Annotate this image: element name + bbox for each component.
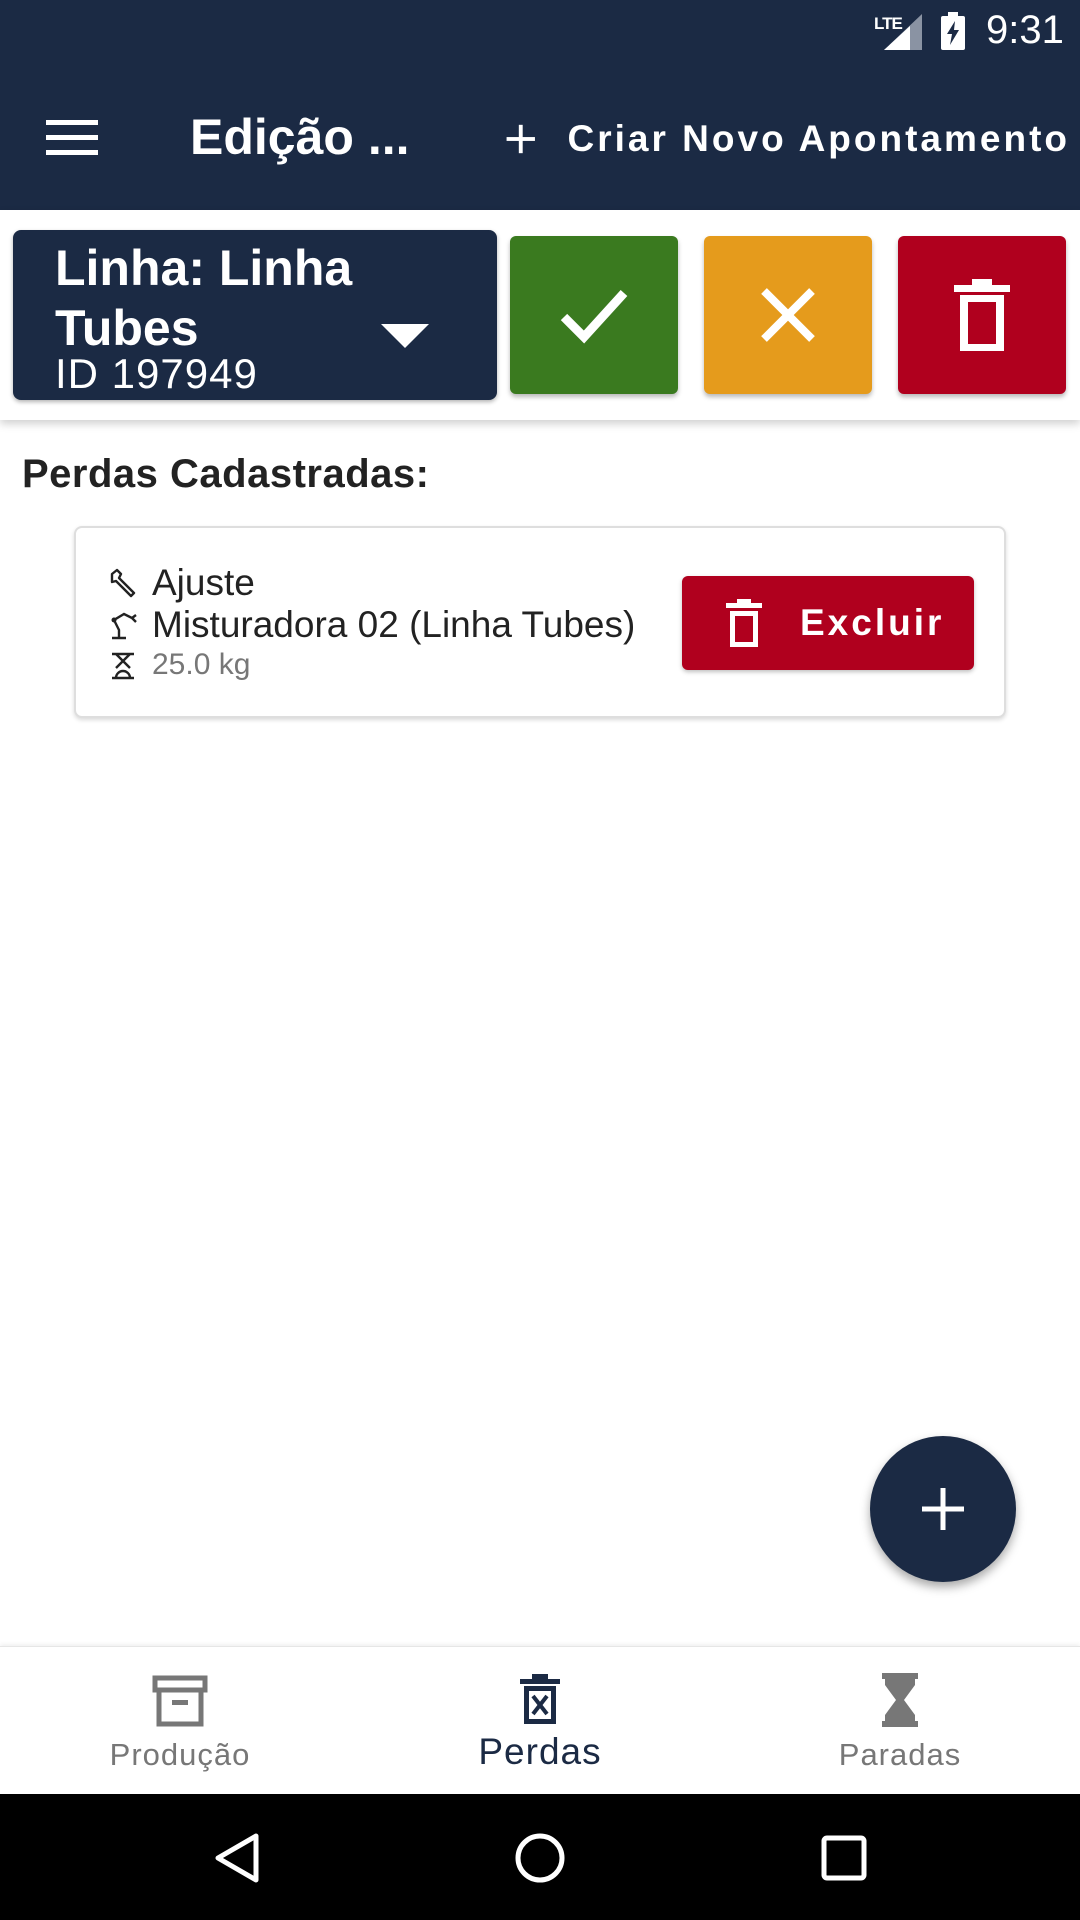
nav-paradas-label: Paradas — [838, 1737, 962, 1772]
loss-type-row: Ajuste — [108, 562, 255, 604]
edit-toolbar: Linha: Linha Tubes ID 197949 — [0, 210, 1080, 420]
trash-icon — [726, 599, 762, 647]
line-dropdown[interactable]: Linha: Linha Tubes ID 197949 — [13, 230, 497, 400]
status-bar: LTE 9:31 — [0, 0, 1080, 64]
add-loss-fab[interactable] — [870, 1436, 1016, 1582]
system-navigation-bar — [0, 1794, 1080, 1920]
loss-machine: Misturadora 02 (Linha Tubes) — [152, 604, 636, 645]
battery-charging-icon — [941, 12, 965, 50]
nav-perdas-label: Perdas — [478, 1731, 602, 1772]
signal-icon — [884, 14, 922, 50]
check-icon — [560, 289, 628, 344]
loss-card: Ajuste Misturadora 02 (Linha Tubes) 25.0… — [74, 526, 1006, 718]
line-id: ID 197949 — [55, 350, 258, 397]
loss-type: Ajuste — [152, 562, 255, 603]
losses-section-title: Perdas Cadastradas: — [22, 452, 430, 496]
hourglass-icon — [882, 1673, 918, 1727]
nav-producao-label: Produção — [109, 1737, 251, 1772]
back-icon[interactable] — [210, 1830, 266, 1886]
archive-icon — [152, 1675, 208, 1727]
confirm-button[interactable] — [510, 236, 678, 394]
clock: 9:31 — [986, 8, 1064, 52]
new-entry-label: Criar Novo Apontamento — [567, 118, 1070, 159]
loss-machine-row: Misturadora 02 (Linha Tubes) — [108, 604, 635, 646]
cancel-button[interactable] — [704, 236, 872, 394]
delete-loss-button[interactable]: Excluir — [682, 576, 974, 670]
trash-icon — [954, 279, 1010, 351]
chevron-down-icon — [381, 324, 429, 348]
trash-x-icon — [520, 1674, 560, 1724]
nav-producao[interactable]: Produção — [0, 1647, 360, 1795]
bottom-navigation: Produção Perdas Paradas — [0, 1646, 1080, 1794]
app-bar: Edição ... Criar Novo Apontamento — [0, 64, 1080, 210]
robot-arm-icon — [111, 612, 137, 640]
wrench-icon — [110, 568, 136, 598]
delete-entry-button[interactable] — [898, 236, 1066, 394]
line-name: Linha: Linha Tubes — [55, 240, 353, 356]
menu-icon[interactable] — [46, 118, 98, 158]
loss-weight: 25.0 kg — [152, 648, 251, 681]
plus-icon — [506, 124, 535, 154]
scale-icon — [112, 652, 134, 680]
loss-weight-row: 25.0 kg — [108, 648, 250, 682]
delete-loss-label: Excluir — [800, 602, 945, 643]
new-entry-button[interactable]: Criar Novo Apontamento — [500, 100, 1070, 178]
close-icon — [761, 288, 815, 342]
home-icon[interactable] — [512, 1830, 568, 1886]
nav-perdas[interactable]: Perdas — [360, 1647, 720, 1795]
nav-paradas[interactable]: Paradas — [720, 1647, 1080, 1795]
recents-icon[interactable] — [816, 1830, 872, 1886]
plus-icon — [922, 1488, 964, 1530]
page-title: Edição ... — [190, 109, 410, 165]
